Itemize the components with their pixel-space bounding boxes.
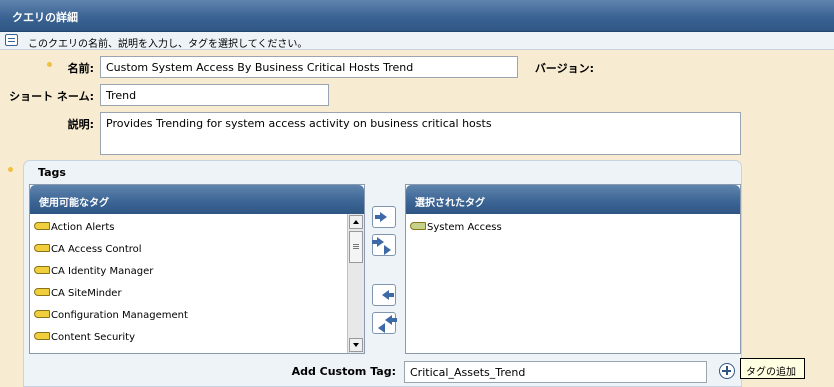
move-all-left-icon [385,315,397,325]
list-item[interactable]: System Access [410,222,502,236]
tag-icon [410,222,426,230]
available-tags-header: 使用可能なタグ [30,185,364,214]
tag-icon [34,244,50,252]
list-item[interactable]: Content Security [34,332,135,346]
info-icon [5,34,18,46]
move-left-icon [382,290,394,300]
custom-tag-input[interactable]: Critical_Assets_Trend [404,361,707,383]
add-tag-tooltip: タグの追加 [740,358,805,379]
tag-icon [34,310,50,318]
list-item[interactable]: CA Access Control [34,244,142,258]
shortname-field[interactable]: Trend [100,84,329,106]
custom-tag-label: Add Custom Tag: [291,365,396,378]
scroll-down-icon[interactable] [349,338,363,352]
scroll-thumb[interactable] [349,231,363,263]
available-tags-list[interactable]: 使用可能なタグ Action Alerts CA Access Control … [29,184,365,354]
list-item[interactable]: Action Alerts [34,222,115,236]
description-field[interactable]: Provides Trending for system access acti… [100,112,741,155]
move-all-right-button[interactable] [372,234,396,256]
tag-icon [34,288,50,296]
tag-icon [34,332,50,340]
list-item[interactable]: Configuration Management [34,310,188,324]
name-field[interactable]: Custom System Access By Business Critica… [100,56,518,78]
version-label: バージョン: [534,62,594,75]
selected-tags-list[interactable]: 選択されたタグ System Access [405,184,741,354]
move-all-right-icon [372,237,384,247]
move-right-icon [375,212,387,222]
move-all-left-button[interactable] [372,312,397,334]
tags-title: Tags [38,166,66,179]
tag-icon [34,222,50,230]
list-scrollbar[interactable] [347,214,364,353]
list-item[interactable]: CA SiteMinder [34,288,122,302]
add-icon[interactable] [719,363,735,379]
required-marker [8,167,13,172]
window-title: クエリの詳細 [0,0,834,32]
info-text: このクエリの名前、説明を入力し、タグを選択してください。 [28,39,308,50]
list-item[interactable]: CA Identity Manager [34,266,153,280]
info-bar: このクエリの名前、説明を入力し、タグを選択してください。 [0,32,834,50]
name-label: 名前: [67,62,94,75]
description-label: 説明: [67,118,94,131]
move-right-button[interactable] [372,206,396,228]
selected-tags-header: 選択されたタグ [406,185,740,214]
scroll-up-icon[interactable] [349,215,363,229]
required-marker [47,62,52,67]
tag-icon [34,266,50,274]
move-left-button[interactable] [372,284,396,306]
shortname-label: ショート ネーム: [9,90,94,103]
